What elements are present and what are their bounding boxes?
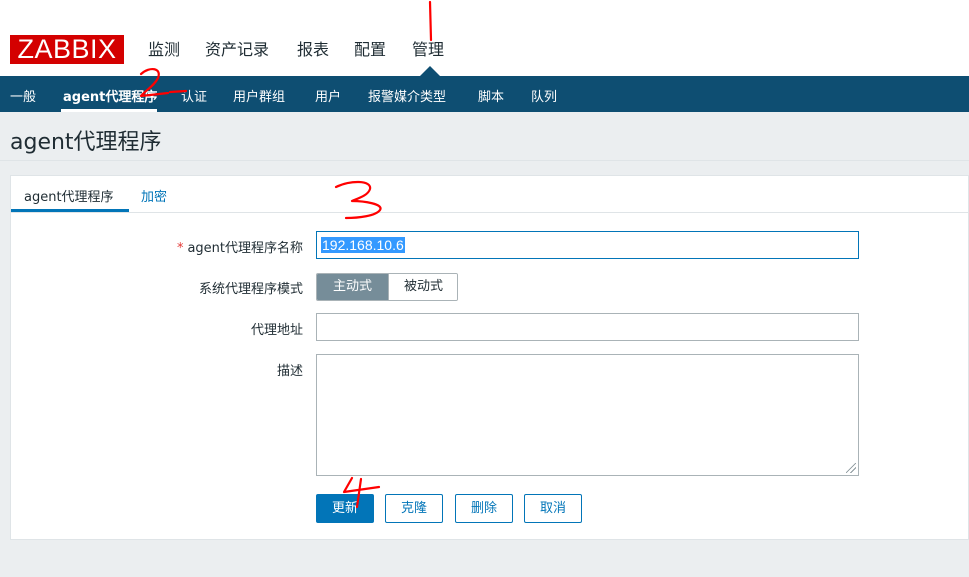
proxy-name-input[interactable]: 192.168.10.6 [316,231,859,259]
subnav-item-authentication[interactable]: 认证 [181,86,207,105]
proxy-mode-label: 系统代理程序模式 [198,282,303,297]
active-menu-caret [420,66,440,76]
description-label: 描述 [276,364,303,379]
title-divider [0,160,969,161]
subnav-item-media-types[interactable]: 报警媒介类型 [368,86,446,105]
page-title: agent代理程序 [10,130,162,155]
required-mark: * [176,241,184,256]
menu-item-configuration[interactable]: 配置 [354,36,386,60]
top-header: ZABBIX 监测 资产记录 报表 配置 管理 [0,0,969,76]
sub-navigation: 一般 agent代理程序 认证 用户群组 用户 报警媒介类型 脚本 队列 [0,76,969,112]
proxy-name-label: * agent代理程序名称 [176,241,303,256]
proxy-address-label: 代理地址 [250,323,303,338]
subnav-item-general[interactable]: 一般 [10,86,36,105]
subnav-active-indicator [61,109,157,112]
tab-active-indicator [11,209,129,212]
tab-encryption[interactable]: 加密 [141,186,167,205]
menu-item-inventory[interactable]: 资产记录 [205,36,269,60]
zabbix-logo[interactable]: ZABBIX [10,35,124,64]
menu-item-monitoring[interactable]: 监测 [148,36,180,60]
subnav-item-scripts[interactable]: 脚本 [478,86,504,105]
form-tabs: agent代理程序 加密 [11,176,968,213]
delete-button[interactable]: 删除 [455,494,513,523]
proxy-form-card: agent代理程序 加密 * agent代理程序名称 192.168.10.6 系… [10,175,969,540]
proxy-mode-toggle: 主动式 被动式 [316,273,458,301]
tab-proxy[interactable]: agent代理程序 [24,186,114,205]
cancel-button[interactable]: 取消 [524,494,582,523]
subnav-item-user-groups[interactable]: 用户群组 [233,86,285,105]
description-textarea[interactable] [316,354,859,476]
proxy-address-input[interactable] [316,313,859,341]
mode-active-option[interactable]: 主动式 [317,274,388,300]
resize-grip-icon[interactable] [846,463,856,473]
proxy-name-value: 192.168.10.6 [321,237,405,253]
update-button[interactable]: 更新 [316,494,374,523]
mode-passive-option[interactable]: 被动式 [388,274,457,300]
subnav-item-proxies[interactable]: agent代理程序 [63,86,157,105]
subnav-item-users[interactable]: 用户 [315,86,341,105]
menu-item-administration[interactable]: 管理 [412,36,444,60]
menu-item-reports[interactable]: 报表 [297,36,329,60]
subnav-item-queue[interactable]: 队列 [531,86,557,105]
clone-button[interactable]: 克隆 [385,494,443,523]
